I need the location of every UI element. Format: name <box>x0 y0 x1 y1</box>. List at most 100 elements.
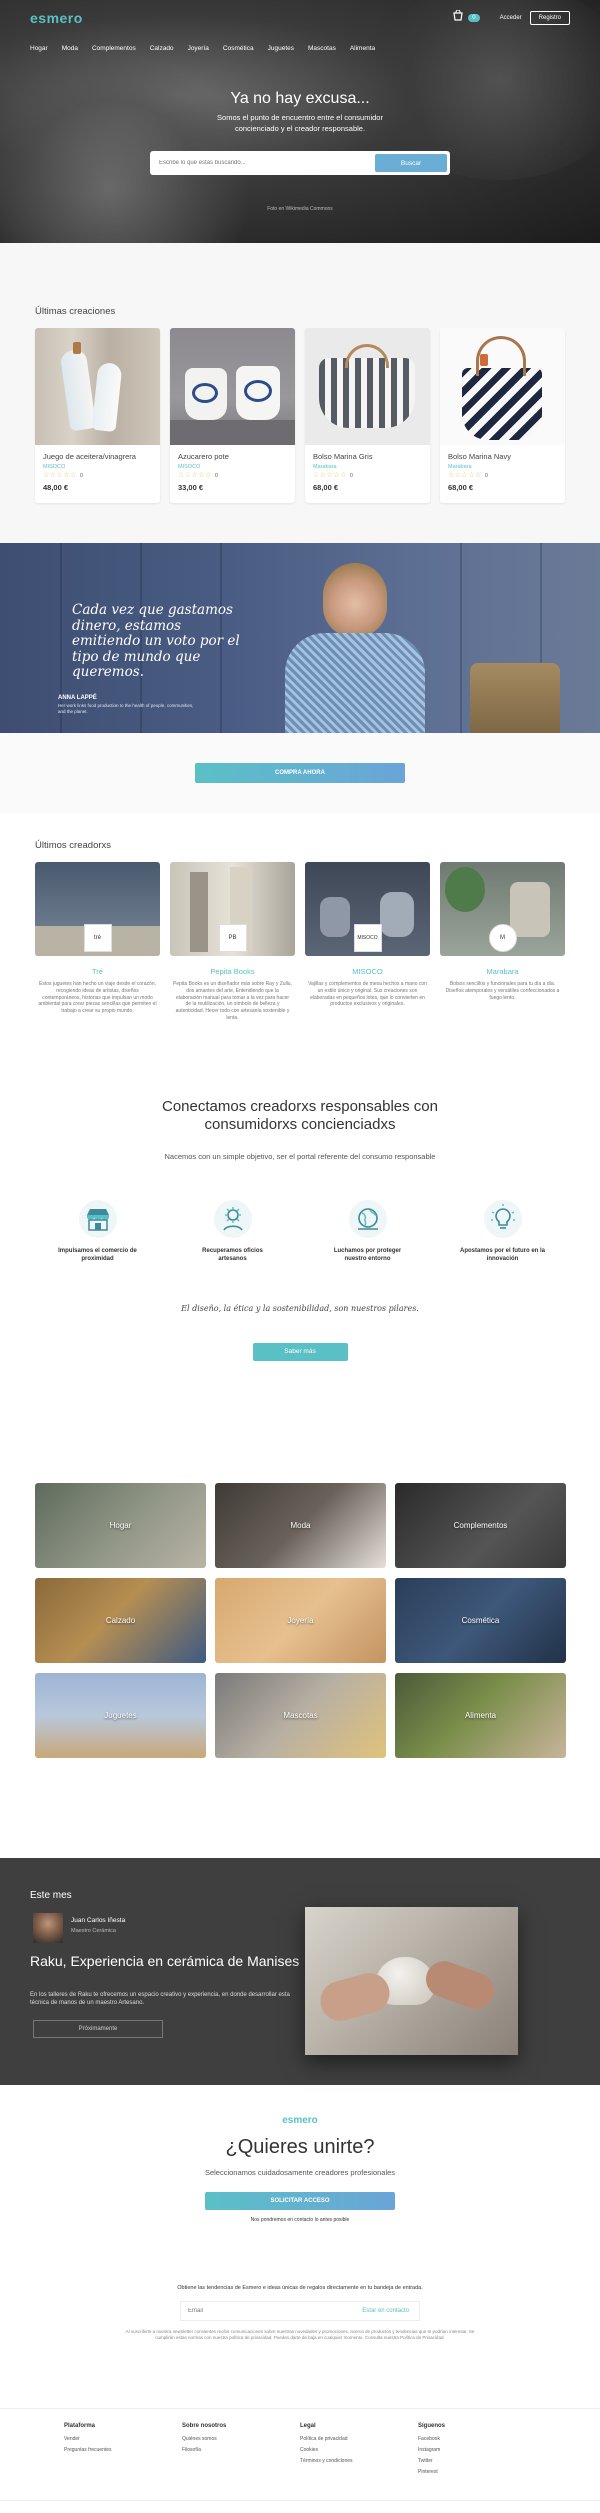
category-tile-joyeria[interactable]: Joyería <box>215 1578 386 1663</box>
footer-link[interactable]: Filosofía <box>182 2447 300 2453</box>
footer-link[interactable]: Preguntas frecuentes <box>64 2447 182 2453</box>
product-name[interactable]: Azucarero pote <box>178 452 287 461</box>
creator-image[interactable]: PB <box>170 862 295 956</box>
login-link[interactable]: Acceder <box>500 15 522 21</box>
search-input[interactable] <box>153 160 375 166</box>
learn-more-button[interactable]: Saber más <box>252 1342 348 1361</box>
nav-item-mascotas[interactable]: Mascotas <box>308 45 336 52</box>
feature-item: Apostamos por el futuro en la innovación <box>445 1199 560 1264</box>
nav-item-moda[interactable]: Moda <box>62 45 78 52</box>
product-card[interactable]: Juego de aceitera/vinagrera MISOCO ☆☆☆☆☆… <box>35 328 160 503</box>
category-label[interactable]: Complementos <box>454 1521 508 1530</box>
creator-name[interactable]: Pepita Books <box>170 967 295 976</box>
email-field[interactable] <box>181 2308 353 2314</box>
cart-count-badge: 0 <box>468 14 480 22</box>
category-tile-cosmetica[interactable]: Cosmética <box>395 1578 566 1663</box>
rating-count: 0 <box>214 473 219 479</box>
product-card[interactable]: Bolso Marina Gris Marabara ☆☆☆☆☆ 0 68,00 … <box>305 328 430 503</box>
category-label[interactable]: Joyería <box>287 1616 313 1625</box>
category-tile-juguetes[interactable]: Juguetes <box>35 1673 206 1758</box>
nav-item-juguetes[interactable]: Juguetes <box>268 45 294 52</box>
category-label[interactable]: Alimenta <box>465 1711 496 1720</box>
category-tile-mascotas[interactable]: Mascotas <box>215 1673 386 1758</box>
creator-card[interactable]: PB Pepita Books Pepita Books es un diseñ… <box>170 862 295 1022</box>
product-maker[interactable]: MISOCO <box>43 464 152 470</box>
footer-link[interactable]: Pinterest <box>418 2469 536 2475</box>
product-name[interactable]: Bolso Marina Navy <box>448 452 557 461</box>
category-tile-hogar[interactable]: Hogar <box>35 1483 206 1568</box>
product-card[interactable]: Bolso Marina Navy Marabara ☆☆☆☆☆ 0 68,00 … <box>440 328 565 503</box>
category-label[interactable]: Cosmética <box>462 1616 500 1625</box>
product-image[interactable] <box>305 328 430 445</box>
creator-image[interactable]: tré <box>35 862 160 956</box>
nav-item-joyeria[interactable]: Joyería <box>188 45 209 52</box>
about-section: Conectamos creadorxs responsables con co… <box>0 1058 600 1483</box>
category-label[interactable]: Juguetes <box>104 1711 136 1720</box>
product-maker[interactable]: MISOCO <box>178 464 287 470</box>
product-maker[interactable]: Marabara <box>313 464 422 470</box>
request-access-button[interactable]: SOLICITAR ACCESO <box>205 2192 395 2210</box>
author-role: Maestro Cerámica <box>71 1928 116 1934</box>
product-maker[interactable]: Marabara <box>448 464 557 470</box>
nav-item-alimenta[interactable]: Alimenta <box>350 45 375 52</box>
avatar[interactable] <box>33 1913 63 1943</box>
product-card[interactable]: Azucarero pote MISOCO ☆☆☆☆☆ 0 33,00 € <box>170 328 295 503</box>
product-name[interactable]: Juego de aceitera/vinagrera <box>43 452 152 461</box>
rating-stars: ☆☆☆☆☆ 0 <box>448 471 557 479</box>
subscribe-button[interactable]: Estar en contacto <box>352 2308 419 2314</box>
footer-column: Legal Política de privacidad Cookies Tér… <box>300 2423 418 2500</box>
creator-image[interactable]: M <box>440 862 565 956</box>
footer-link[interactable]: Cookies <box>300 2447 418 2453</box>
feature-text-line: Apostamos por el futuro en la <box>459 1248 545 1254</box>
register-button[interactable]: Registro <box>529 11 570 25</box>
creator-name[interactable]: Tré <box>35 967 160 976</box>
category-tile-alimenta[interactable]: Alimenta <box>395 1673 566 1758</box>
footer-link[interactable]: Twitter <box>418 2458 536 2464</box>
creator-name[interactable]: MISOCO <box>305 967 430 976</box>
photo-credit[interactable]: Foto en Wikimedia Commons <box>0 206 600 212</box>
nav-item-complementos[interactable]: Complementos <box>92 45 136 52</box>
search-button[interactable]: Buscar <box>375 154 447 172</box>
cart-icon[interactable] <box>452 9 464 27</box>
category-tile-calzado[interactable]: Calzado <box>35 1578 206 1663</box>
creator-name[interactable]: Marabara <box>440 967 565 976</box>
category-label[interactable]: Hogar <box>110 1521 132 1530</box>
category-label[interactable]: Mascotas <box>283 1711 317 1720</box>
category-tile-moda[interactable]: Moda <box>215 1483 386 1568</box>
product-price: 33,00 € <box>178 483 204 492</box>
footer-link[interactable]: Vender <box>64 2436 182 2442</box>
rating-count: 0 <box>79 473 84 479</box>
footer-link[interactable]: Facebook <box>418 2436 536 2442</box>
author-name[interactable]: Juan Carlos Iñesta <box>71 1917 125 1924</box>
nav-item-hogar[interactable]: Hogar <box>30 45 48 52</box>
logo[interactable]: esmero <box>30 10 83 26</box>
wood-plank-line <box>460 543 462 733</box>
creator-card[interactable]: tré Tré Estos juguetes han hecho un viaj… <box>35 862 160 1022</box>
product-image[interactable] <box>35 328 160 445</box>
footer-link[interactable]: Quiénes somos <box>182 2436 300 2442</box>
feature-text: Recuperamos oficios artesanos <box>175 1248 290 1264</box>
footer-column: Sobre nosotros Quiénes somos Filosofía <box>182 2423 300 2500</box>
rating-count: 0 <box>349 473 354 479</box>
coming-soon-button[interactable]: Próximamente <box>33 2020 163 2038</box>
footer-heading: Legal <box>300 2423 316 2429</box>
product-name[interactable]: Bolso Marina Gris <box>313 452 422 461</box>
footer-link[interactable]: Política de privacidad <box>300 2436 418 2442</box>
creator-image[interactable]: MISOCO <box>305 862 430 956</box>
product-image[interactable] <box>440 328 565 445</box>
nav-item-cosmetica[interactable]: Cosmética <box>223 45 254 52</box>
hero: esmero 0 Acceder Registro Hogar Moda Com… <box>0 0 600 243</box>
section-title: Últimas creaciones <box>35 306 116 317</box>
footer-link[interactable]: Términos y condiciones <box>300 2458 418 2464</box>
product-image[interactable] <box>170 328 295 445</box>
nav-item-calzado[interactable]: Calzado <box>150 45 174 52</box>
creator-card[interactable]: M Marabara Bolsos sencillos y funcionale… <box>440 862 565 1022</box>
feature-text: Apostamos por el futuro en la innovación <box>445 1248 560 1264</box>
category-label[interactable]: Calzado <box>106 1616 135 1625</box>
shop-now-button[interactable]: COMPRA AHORA <box>195 763 405 783</box>
category-label[interactable]: Moda <box>290 1521 310 1530</box>
footer-link[interactable]: Instagram <box>418 2447 536 2453</box>
category-tile-complementos[interactable]: Complementos <box>395 1483 566 1568</box>
creator-card[interactable]: MISOCO MISOCO Vajillas y complementos de… <box>305 862 430 1022</box>
rating-count: 0 <box>484 473 489 479</box>
